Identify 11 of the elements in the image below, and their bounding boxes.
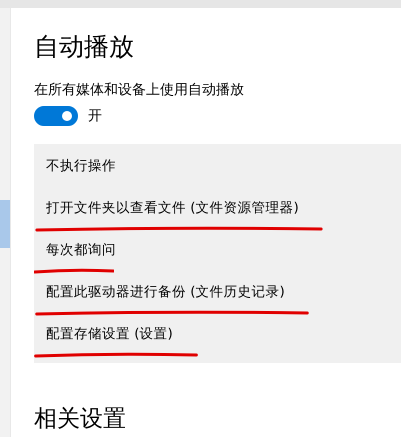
toggle-switch[interactable]	[34, 106, 78, 126]
menu-option[interactable]: 每次都询问	[46, 242, 116, 258]
section-heading: 相关设置	[34, 405, 127, 434]
selection-indicator	[0, 200, 10, 248]
setting-label: 在所有媒体和设备上使用自动播放	[34, 81, 245, 99]
menu-option[interactable]: 不执行操作	[46, 158, 116, 174]
menu-option[interactable]: 配置存储设置 (设置)	[46, 326, 173, 342]
toggle-state-label: 开	[88, 107, 102, 125]
menu-option[interactable]: 打开文件夹以查看文件 (文件资源管理器)	[46, 200, 299, 216]
page-title: 自动播放	[34, 31, 135, 63]
menu-option[interactable]: 配置此驱动器进行备份 (文件历史记录)	[46, 284, 285, 300]
